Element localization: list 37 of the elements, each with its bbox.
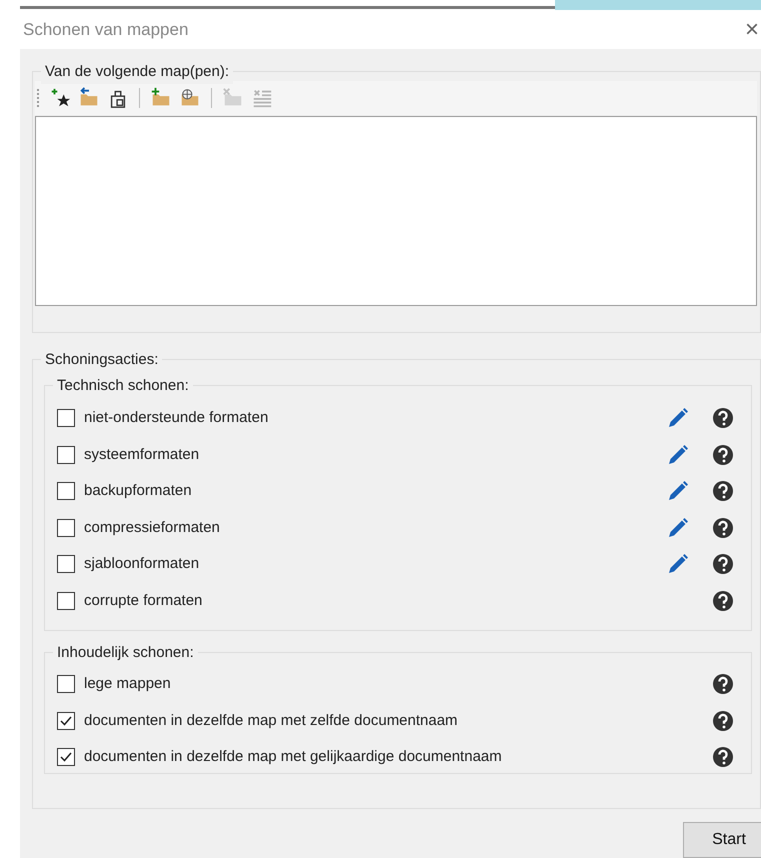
checkbox-option[interactable]: documenten in dezelfde map met zelfde documentnaam [57, 710, 667, 732]
checkbox[interactable] [57, 748, 75, 766]
checkbox[interactable] [57, 592, 75, 610]
help-icon[interactable] [712, 516, 734, 539]
start-button[interactable]: Start [683, 822, 761, 858]
help-icon[interactable] [712, 407, 734, 430]
help-icon[interactable] [712, 710, 734, 732]
checkbox[interactable] [57, 482, 75, 500]
checkbox-option[interactable]: documenten in dezelfde map met gelijkaardige documentnaam [57, 746, 667, 768]
help-icon[interactable] [712, 553, 734, 576]
pencil-icon[interactable] [667, 553, 689, 576]
check-icon [59, 750, 73, 764]
checkbox-option[interactable]: niet-ondersteunde formaten [57, 407, 667, 430]
checkbox[interactable] [57, 518, 75, 537]
checkbox[interactable] [57, 446, 75, 464]
help-icon[interactable] [712, 590, 734, 612]
help-icon[interactable] [712, 480, 734, 502]
checkbox[interactable] [57, 675, 75, 694]
checkbox[interactable] [57, 409, 75, 428]
pencil-icon[interactable] [667, 480, 689, 502]
close-button[interactable]: × [744, 18, 759, 42]
checkbox-option[interactable]: backupformaten [57, 480, 667, 502]
pencil-icon[interactable] [667, 444, 689, 466]
checkbox-option[interactable]: compressieformaten [57, 516, 667, 539]
checkbox-option[interactable]: systeemformaten [57, 444, 667, 466]
help-icon[interactable] [712, 746, 734, 768]
help-icon[interactable] [712, 444, 734, 466]
window-title: Schonen van mappen [23, 18, 188, 41]
pencil-icon[interactable] [667, 407, 689, 430]
checkbox[interactable] [57, 712, 75, 730]
checkbox[interactable] [57, 555, 75, 574]
checkbox-option[interactable]: sjabloonformaten [57, 553, 667, 576]
help-icon[interactable] [712, 673, 734, 696]
pencil-icon[interactable] [667, 516, 689, 539]
checkbox-option[interactable]: lege mappen [57, 673, 667, 696]
check-icon [59, 714, 73, 728]
checkbox-option[interactable]: corrupte formaten [57, 590, 667, 612]
